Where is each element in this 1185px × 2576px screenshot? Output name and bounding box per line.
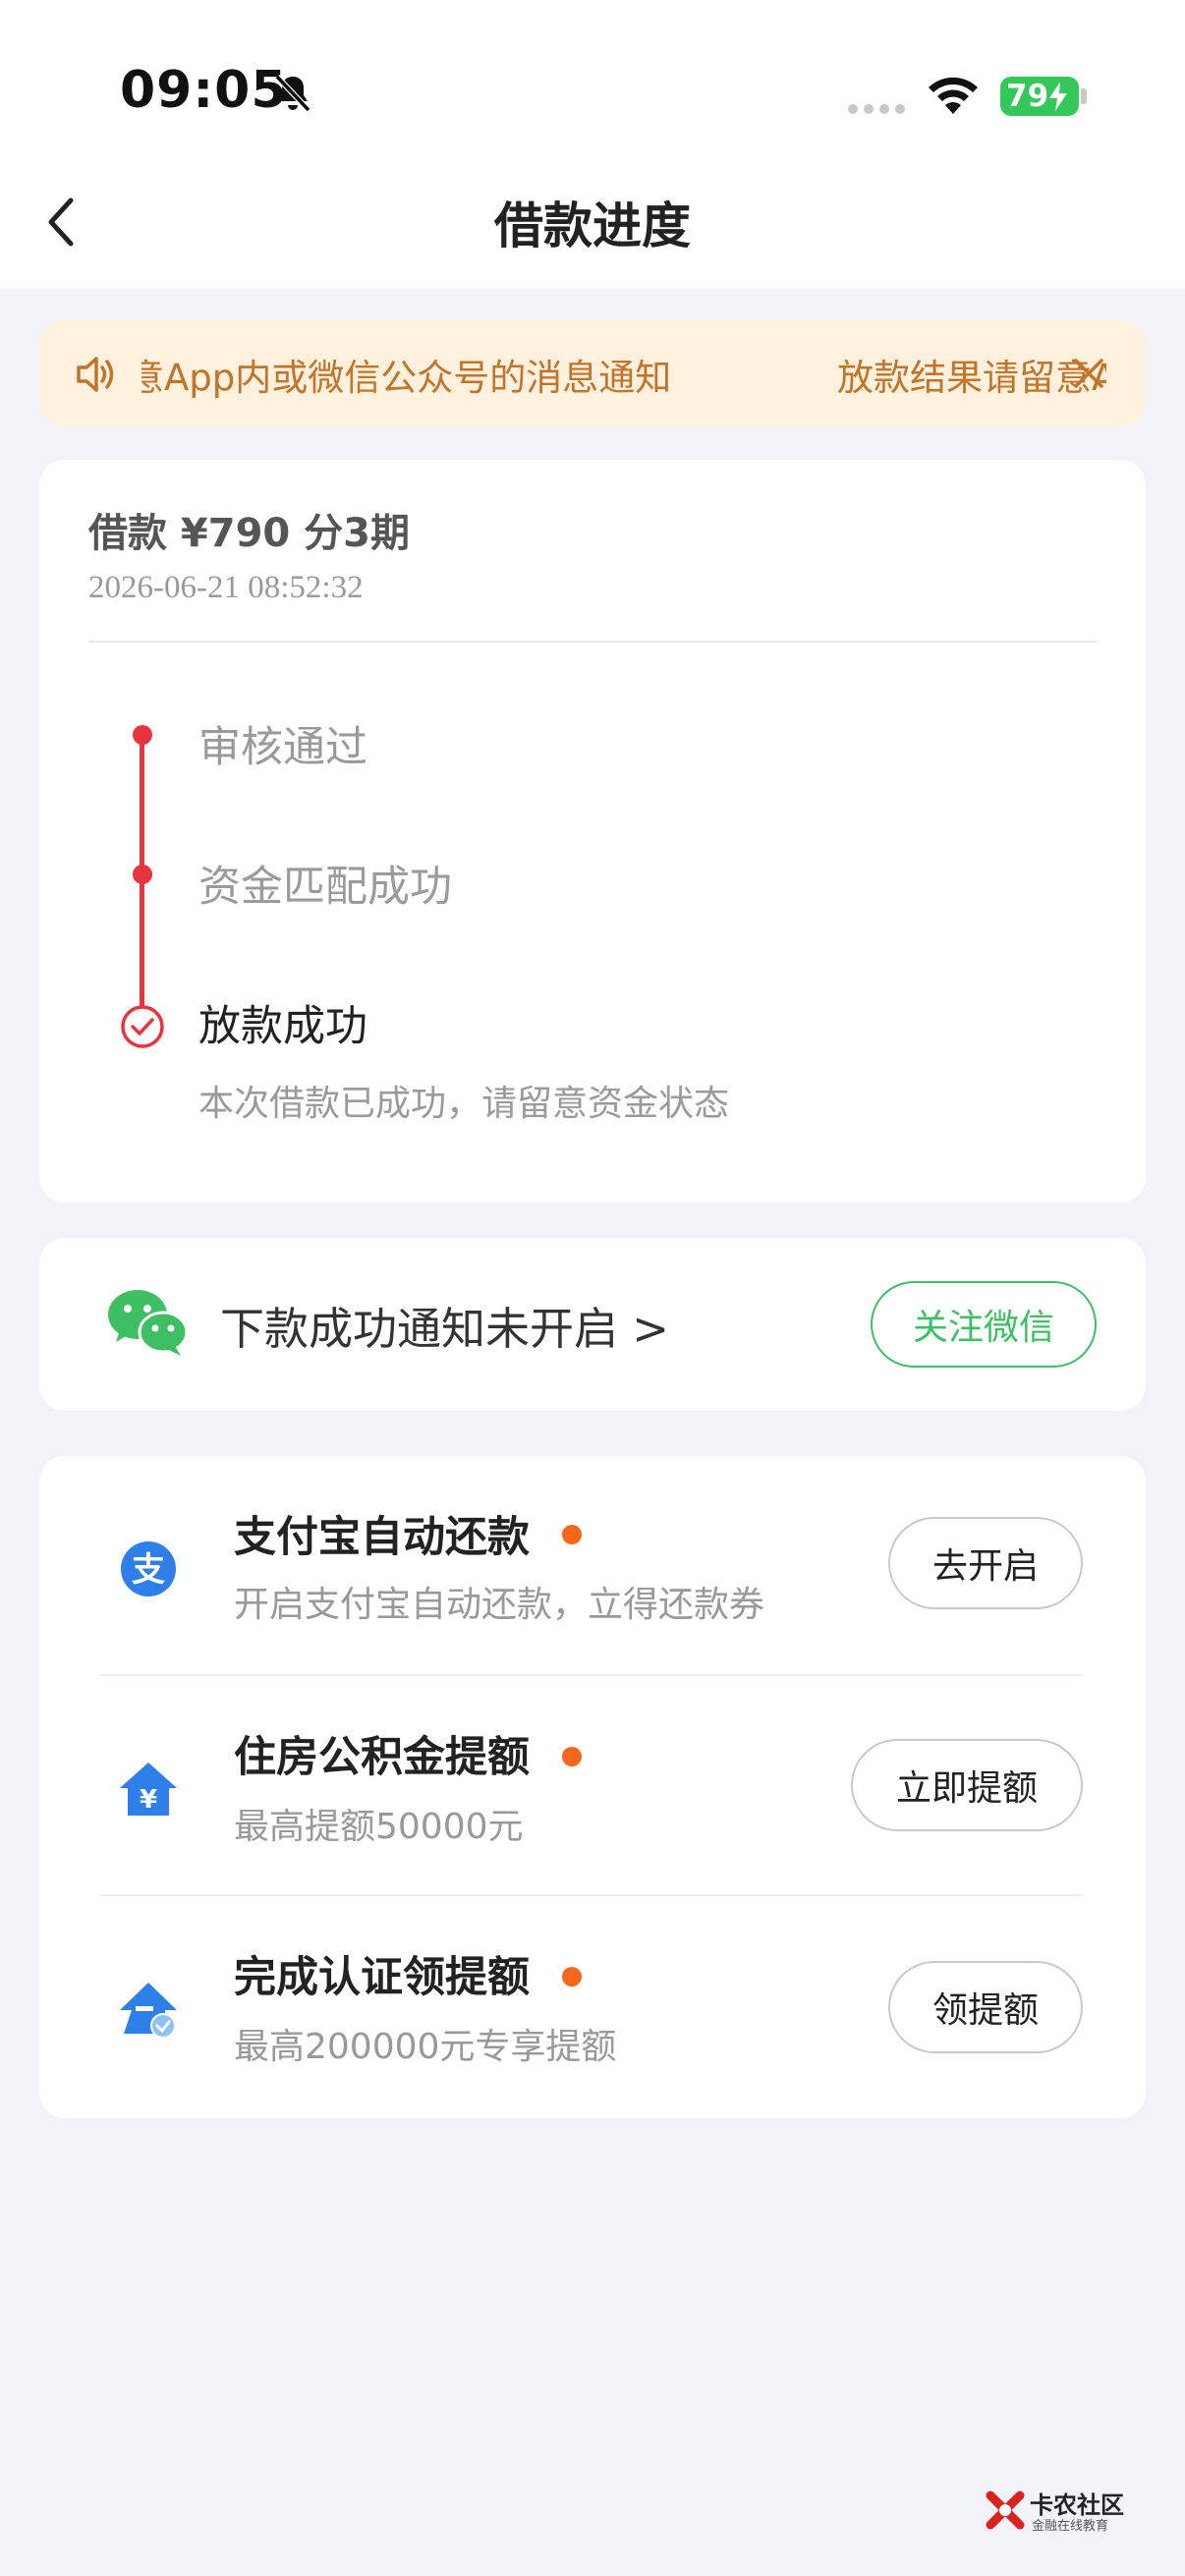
battery-indicator: 79 [1000,77,1079,116]
notice-banner: 请留意App内或微信公众号的消息通知 放款结果请留意App内或微信公众号的消息通… [39,320,1146,426]
alipay-icon: 支 [121,1541,176,1596]
wifi-icon [929,77,978,114]
new-badge-dot [562,1525,582,1544]
kanong-logo-icon [986,2491,1025,2530]
battery-cap [1081,88,1087,104]
check-circle-icon [121,1005,164,1048]
watermark-subtitle: 金融在线教育 [1032,2519,1109,2534]
status-time: 09:05 [120,61,288,120]
raise-limit-button[interactable]: 立即提额 [851,1739,1083,1831]
step-label-matched: 资金匹配成功 [198,863,452,912]
speaker-icon [77,357,114,392]
row-divider [100,1674,1083,1676]
page-title: 借款进度 [494,197,691,254]
services-card: 支 支付宝自动还款 开启支付宝自动还款，立得还款券 去开启 ¥ 住房公积金提额 … [39,1456,1146,2118]
housing-fund-icon: ¥ [120,1763,177,1816]
wechat-icon [108,1290,189,1356]
card-divider [88,641,1097,643]
svg-text:¥: ¥ [140,1785,157,1815]
step-dot [133,725,152,745]
new-badge-dot [562,1967,582,1987]
bell-muted-icon [274,74,311,113]
wechat-notify-text[interactable]: 下款成功通知未开启 > [220,1293,669,1357]
service-desc-alipay: 开启支付宝自动还款，立得还款券 [234,1585,765,1625]
service-desc-verify: 最高200000元专享提额 [234,2027,617,2067]
verify-upgrade-icon [120,1983,177,2039]
close-icon[interactable] [1071,356,1106,391]
notice-text-repeat: 放款结果请留意App内或微信公众号的消息通知 [837,357,1106,399]
service-title-verify: 完成认证领提额 [234,1953,530,2002]
svg-text:支: 支 [132,1550,165,1590]
step-label-approved: 审核通过 [198,723,367,772]
notice-marquee: 请留意App内或微信公众号的消息通知 放款结果请留意App内或微信公众号的消息通… [141,320,1106,426]
claim-limit-button[interactable]: 领提额 [888,1961,1083,2053]
step-dot [133,865,152,884]
notice-text: 请留意App内或微信公众号的消息通知 [141,357,672,399]
loan-progress-card: 借款 ¥790 分3期 2026-06-21 08:52:32 审核通过 资金匹… [39,460,1146,1203]
step-desc-disbursed: 本次借款已成功，请留意资金状态 [198,1084,730,1124]
loan-datetime: 2026-06-21 08:52:32 [88,570,364,605]
loan-summary: 借款 ¥790 分3期 [88,511,411,556]
service-title-housing-fund: 住房公积金提额 [234,1733,530,1782]
charging-bolt-icon [1049,82,1067,111]
follow-wechat-button[interactable]: 关注微信 [871,1281,1097,1368]
new-badge-dot [562,1747,582,1766]
community-watermark: 卡农社区 金融在线教育 [985,2486,1132,2534]
step-label-disbursed: 放款成功 [198,1002,367,1051]
signal-dots-icon [848,104,905,114]
wechat-notify-card[interactable]: 下款成功通知未开启 > 关注微信 [39,1238,1146,1411]
service-title-alipay: 支付宝自动还款 [234,1513,530,1562]
battery-level: 79 [1006,79,1049,114]
service-desc-housing-fund: 最高提额50000元 [234,1807,524,1847]
row-divider [100,1894,1083,1896]
enable-alipay-button[interactable]: 去开启 [888,1517,1083,1609]
top-bar: 09:05 79 借款进度 [0,0,1185,289]
